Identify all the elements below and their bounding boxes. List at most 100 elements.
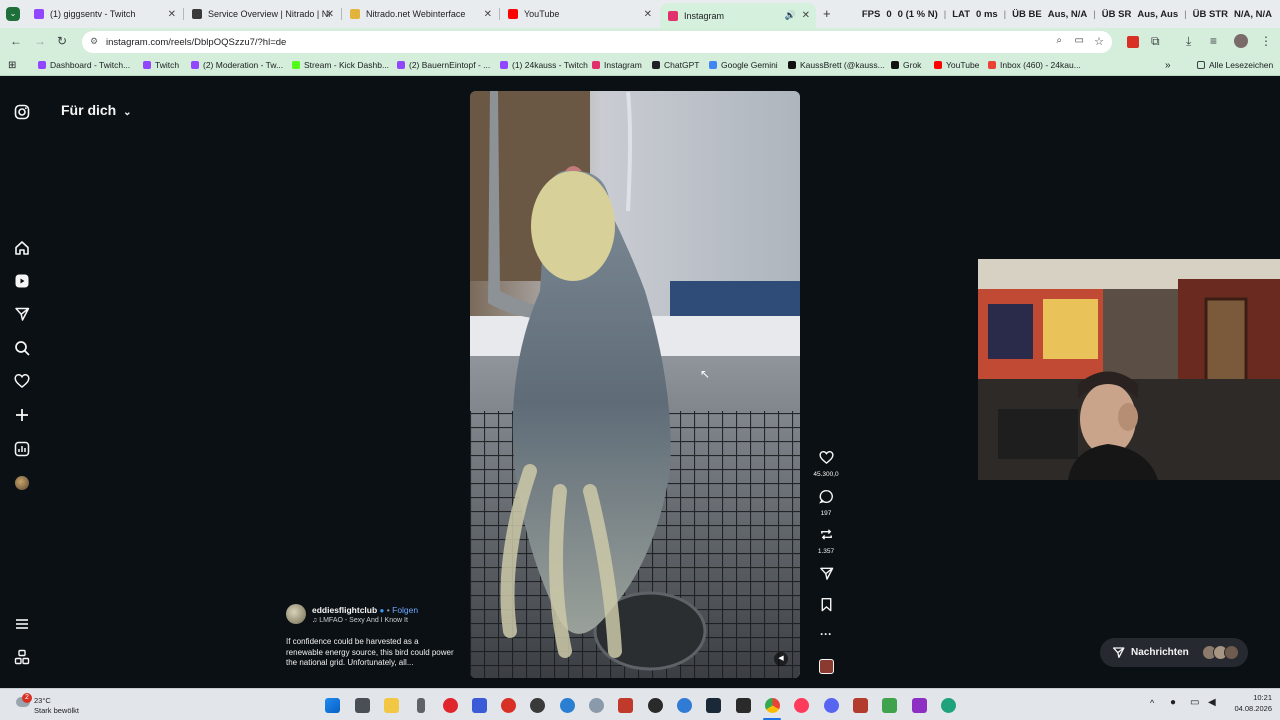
bookmark-item[interactable]: Instagram	[592, 60, 642, 70]
bookmark-item[interactable]: Grok	[891, 60, 921, 70]
tray-chevron-icon[interactable]: ^	[1150, 698, 1154, 708]
follow-button[interactable]: Folgen	[392, 605, 418, 615]
microphone-icon[interactable]: ●	[1170, 697, 1176, 708]
game-icon[interactable]	[736, 698, 751, 713]
weather-widget[interactable]: 2 23°C Stark bewölkt	[12, 693, 92, 717]
bookmark-item[interactable]: (2) Moderation - Tw...	[191, 60, 283, 70]
back-icon[interactable]: ←	[10, 34, 22, 48]
bookmark-item[interactable]: (2) BauernEintopf - ...	[397, 60, 490, 70]
bookmark-star-icon[interactable]: ☆	[1094, 35, 1104, 48]
also-from-meta-icon[interactable]	[13, 648, 31, 666]
like-button[interactable]: 45.300,0	[812, 450, 840, 478]
obs-icon[interactable]	[530, 698, 545, 713]
forward-icon[interactable]: →	[34, 34, 46, 48]
opera-icon[interactable]	[794, 698, 809, 713]
new-tab-button[interactable]: +	[823, 6, 831, 21]
tab-nitrado-webinterface[interactable]: Nitrado.net Webinterface ✕	[342, 3, 498, 25]
close-icon[interactable]: ✕	[802, 10, 810, 21]
tab-instagram[interactable]: Instagram 🔊 ✕	[660, 3, 816, 28]
author-avatar[interactable]	[286, 604, 306, 624]
close-icon[interactable]: ✕	[168, 9, 176, 20]
clock[interactable]: 10:21 04.08.2026	[1226, 693, 1272, 713]
steam-icon[interactable]	[706, 698, 721, 713]
bookmark-item[interactable]: Inbox (460) - 24kau...	[988, 60, 1081, 70]
dashboard-icon[interactable]	[13, 440, 31, 458]
save-button[interactable]	[812, 597, 840, 617]
search-icon[interactable]	[13, 339, 31, 357]
home-icon[interactable]	[13, 239, 31, 257]
usb-icon[interactable]	[417, 698, 425, 713]
app-icon[interactable]	[648, 698, 663, 713]
settings-gear-icon[interactable]	[589, 698, 604, 713]
messages-button[interactable]: Nachrichten	[1100, 638, 1248, 667]
author-name[interactable]: eddiesflightclub	[312, 605, 377, 615]
tab-nitrado-service[interactable]: Service Overview | Nitrado | Ni ✕	[184, 3, 340, 25]
network-icon[interactable]: ▭	[1190, 697, 1199, 708]
media-app-icon[interactable]	[618, 698, 633, 713]
media-controls-icon[interactable]: ≡	[1210, 34, 1217, 48]
audio-title[interactable]: LMFAO - Sexy And I Know It	[319, 617, 408, 624]
apps-icon[interactable]: ⊞	[8, 60, 16, 71]
create-icon[interactable]	[13, 406, 31, 424]
app-icon[interactable]	[677, 698, 692, 713]
zoom-icon[interactable]: ⌕	[1056, 35, 1062, 46]
volume-icon[interactable]: ◀	[1208, 697, 1216, 708]
bookmark-item[interactable]: ChatGPT	[652, 60, 699, 70]
ub-be-value: Aus, N/A	[1047, 8, 1088, 20]
opera-gx-icon[interactable]	[443, 698, 458, 713]
bookmark-item[interactable]: KaussBrett (@kauss...	[788, 60, 885, 70]
speaker-icon[interactable]: 🔊	[785, 10, 796, 21]
chrome-icon[interactable]	[765, 698, 780, 713]
tab-list-dropdown[interactable]: ⌄	[6, 7, 20, 21]
menu-icon[interactable]: ⋮	[1260, 34, 1272, 48]
close-icon[interactable]: ✕	[484, 9, 492, 20]
app-icon[interactable]	[882, 698, 897, 713]
edge-icon[interactable]	[560, 698, 575, 713]
bookmark-item[interactable]: Stream - Kick Dashb...	[292, 60, 389, 70]
bookmark-item[interactable]: YouTube	[934, 60, 979, 70]
close-icon[interactable]: ✕	[326, 9, 334, 20]
vscode-icon[interactable]	[472, 698, 487, 713]
more-menu-icon[interactable]	[13, 615, 31, 633]
more-options-button[interactable]: ···	[812, 627, 840, 641]
direct-message-icon[interactable]	[13, 305, 31, 323]
discord-icon[interactable]	[824, 698, 839, 713]
share-button[interactable]	[812, 566, 840, 586]
close-icon[interactable]: ✕	[644, 9, 652, 20]
more-bookmarks-icon[interactable]: »	[1165, 60, 1171, 71]
bookmark-item[interactable]: Google Gemini	[709, 60, 778, 70]
record-icon[interactable]	[501, 698, 516, 713]
start-icon[interactable]	[325, 698, 340, 713]
extensions-icon[interactable]: ⧉	[1151, 34, 1160, 49]
app-icon[interactable]	[912, 698, 927, 713]
bookmark-item[interactable]: (1) 24kauss - Twitch	[500, 60, 588, 70]
profile-avatar[interactable]	[1234, 34, 1248, 48]
profile-avatar[interactable]	[13, 474, 31, 492]
address-bar[interactable]: ⚙ instagram.com/reels/DblpOQSzzu7/?hl=de…	[82, 31, 1112, 53]
app-icon[interactable]	[853, 698, 868, 713]
comment-button[interactable]: 197	[812, 489, 840, 517]
app-icon[interactable]	[941, 698, 956, 713]
caption-text[interactable]: If confidence could be harvested as a re…	[286, 637, 456, 669]
bookmark-item[interactable]: Twitch	[143, 60, 179, 70]
cast-icon[interactable]: ▭	[1075, 35, 1084, 46]
calculator-icon[interactable]	[355, 698, 370, 713]
reload-icon[interactable]: ↻	[57, 34, 67, 48]
site-info-icon[interactable]: ⚙	[90, 36, 98, 47]
mute-icon[interactable]: ◀	[774, 652, 788, 666]
all-bookmarks[interactable]: Alle Lesezeichen	[1197, 60, 1273, 70]
extension-adblock-icon[interactable]	[1127, 36, 1139, 48]
heart-icon[interactable]	[13, 372, 31, 390]
repost-button[interactable]: 1.357	[812, 527, 840, 555]
reel-video[interactable]: ↖ ◀	[470, 91, 800, 678]
tab-title: Nitrado.net Webinterface	[366, 9, 466, 19]
audio-thumbnail[interactable]	[812, 659, 840, 674]
instagram-logo-icon[interactable]	[13, 103, 31, 121]
file-explorer-icon[interactable]	[384, 698, 399, 713]
download-icon[interactable]: ⤓	[1186, 34, 1191, 49]
tab-twitch[interactable]: (1) giggsentv - Twitch ✕	[26, 3, 182, 25]
tab-youtube[interactable]: YouTube ✕	[500, 3, 658, 25]
bookmark-item[interactable]: Dashboard - Twitch...	[38, 60, 130, 70]
feed-selector[interactable]: Für dich ⌄	[61, 102, 132, 118]
reels-icon[interactable]	[13, 272, 31, 290]
